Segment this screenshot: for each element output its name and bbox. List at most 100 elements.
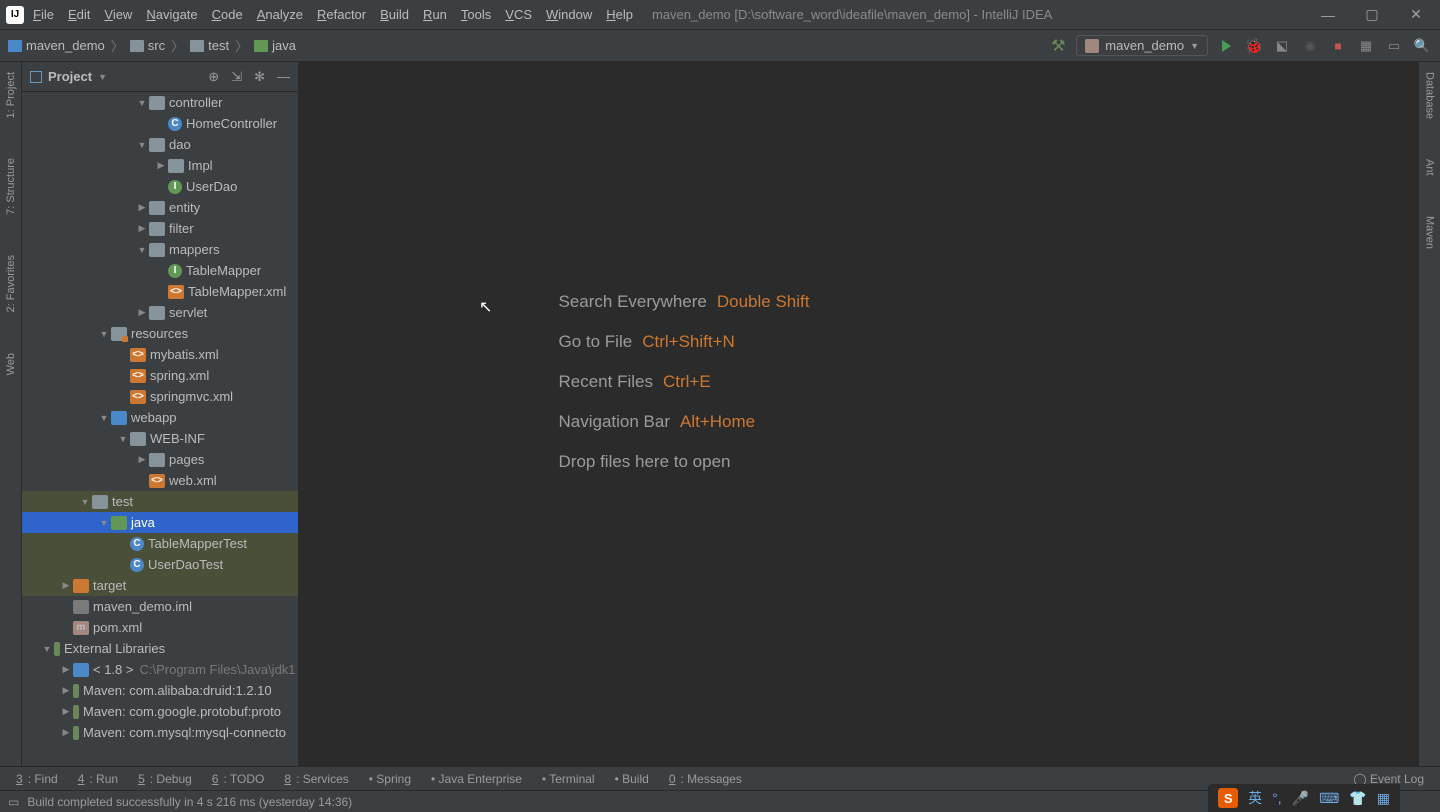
tree-node[interactable]: java [22, 512, 298, 533]
tree-node[interactable]: mpom.xml [22, 617, 298, 638]
tool-tab-database[interactable]: Database [1424, 72, 1436, 119]
tree-node[interactable]: CHomeController [22, 113, 298, 134]
tree-node[interactable]: maven_demo.iml [22, 596, 298, 617]
tree-node[interactable]: webapp [22, 407, 298, 428]
tree-node[interactable]: <>mybatis.xml [22, 344, 298, 365]
tree-node[interactable]: servlet [22, 302, 298, 323]
ime-mic-icon[interactable]: 🎤 [1292, 790, 1309, 807]
menu-run[interactable]: Run [416, 4, 454, 25]
tree-node[interactable]: resources [22, 323, 298, 344]
tree-node[interactable]: <>spring.xml [22, 365, 298, 386]
gear-icon[interactable]: ✻ [254, 69, 265, 85]
chevron-down-icon[interactable]: ▼ [98, 72, 107, 82]
menu-file[interactable]: File [26, 4, 61, 25]
tool-tab-ant[interactable]: Ant [1424, 159, 1436, 176]
menu-vcs[interactable]: VCS [498, 4, 539, 25]
build-icon[interactable]: ⚒ [1048, 36, 1068, 56]
bottom-tab-services[interactable]: 8: Services [276, 770, 356, 788]
menu-window[interactable]: Window [539, 4, 599, 25]
bottom-tab-debug[interactable]: 5: Debug [130, 770, 200, 788]
tree-node[interactable]: <>springmvc.xml [22, 386, 298, 407]
tool-tab-web[interactable]: Web [5, 353, 17, 375]
tree-node[interactable]: WEB-INF [22, 428, 298, 449]
tree-node[interactable]: mappers [22, 239, 298, 260]
menu-build[interactable]: Build [373, 4, 416, 25]
tree-node[interactable]: Impl [22, 155, 298, 176]
ime-punct-icon[interactable]: °, [1272, 790, 1282, 806]
bottom-tab-java-enterprise[interactable]: • Java Enterprise [423, 770, 530, 788]
menu-code[interactable]: Code [205, 4, 250, 25]
tree-node[interactable]: Maven: com.google.protobuf:proto [22, 701, 298, 722]
project-tool-window: Project ▼ ⊕ ⇲ ✻ — controllerCHomeControl… [22, 62, 299, 766]
tree-node[interactable]: controller [22, 92, 298, 113]
layout-button[interactable]: ▦ [1356, 36, 1376, 56]
tree-node[interactable]: dao [22, 134, 298, 155]
tree-node[interactable]: filter [22, 218, 298, 239]
bottom-tab-messages[interactable]: 0: Messages [661, 770, 750, 788]
bottom-tab-build[interactable]: • Build [607, 770, 657, 788]
ime-grid-icon[interactable]: ▦ [1377, 790, 1390, 807]
menu-navigate[interactable]: Navigate [139, 4, 204, 25]
tree-node[interactable]: target [22, 575, 298, 596]
breadcrumb-item[interactable]: 〉java [233, 36, 296, 55]
tree-node[interactable]: CTableMapperTest [22, 533, 298, 554]
editor-hint: Navigation BarAlt+Home [559, 412, 1159, 432]
tree-node[interactable]: <>TableMapper.xml [22, 281, 298, 302]
ime-toolbar[interactable]: S 英 °, 🎤 ⌨ 👕 ▦ [1208, 784, 1400, 812]
menu-view[interactable]: View [97, 4, 139, 25]
bottom-tab-run[interactable]: 4: Run [70, 770, 126, 788]
chevron-down-icon: ▼ [1190, 41, 1199, 51]
tree-node[interactable]: External Libraries [22, 638, 298, 659]
tool-tab-favorites[interactable]: 2: Favorites [5, 255, 17, 312]
tool-tab-structure[interactable]: 7: Structure [5, 158, 17, 215]
project-tree[interactable]: controllerCHomeControllerdaoImplIUserDao… [22, 92, 298, 766]
tree-node[interactable]: entity [22, 197, 298, 218]
project-panel-title[interactable]: Project [48, 69, 92, 84]
menu-analyze[interactable]: Analyze [250, 4, 310, 25]
bottom-tab-terminal[interactable]: • Terminal [534, 770, 603, 788]
menu-edit[interactable]: Edit [61, 4, 97, 25]
locate-icon[interactable]: ⊕ [208, 69, 219, 85]
run-configuration-dropdown[interactable]: maven_demo ▼ [1076, 35, 1208, 56]
tree-node[interactable]: ITableMapper [22, 260, 298, 281]
tree-node[interactable]: IUserDao [22, 176, 298, 197]
window-button[interactable]: ▭ [1384, 36, 1404, 56]
stop-button[interactable]: ■ [1328, 36, 1348, 56]
minimize-button[interactable]: — [1318, 5, 1338, 25]
run-button[interactable] [1216, 36, 1236, 56]
bottom-tab-todo[interactable]: 6: TODO [204, 770, 273, 788]
hide-icon[interactable]: — [277, 69, 290, 85]
bottom-tab-spring[interactable]: • Spring [361, 770, 419, 788]
ime-lang[interactable]: 英 [1248, 788, 1262, 808]
breadcrumb-item[interactable]: 〉test [169, 36, 229, 55]
tree-node[interactable]: CUserDaoTest [22, 554, 298, 575]
ime-keyboard-icon[interactable]: ⌨ [1319, 790, 1339, 807]
run-config-label: maven_demo [1105, 38, 1184, 53]
close-button[interactable]: ✕ [1406, 5, 1426, 25]
breadcrumb-item[interactable]: 〉src [109, 36, 165, 55]
debug-button[interactable]: 🐞 [1244, 36, 1264, 56]
breadcrumb-item[interactable]: maven_demo [8, 38, 105, 53]
tree-node[interactable]: test [22, 491, 298, 512]
tree-node[interactable]: Maven: com.alibaba:druid:1.2.10 [22, 680, 298, 701]
menu-tools[interactable]: Tools [454, 4, 498, 25]
tool-tab-project[interactable]: 1: Project [5, 72, 17, 118]
tree-node[interactable]: pages [22, 449, 298, 470]
maximize-button[interactable]: ▢ [1362, 5, 1382, 25]
coverage-button[interactable]: ⬕ [1272, 36, 1292, 56]
tree-node[interactable]: <>web.xml [22, 470, 298, 491]
expand-icon[interactable]: ⇲ [231, 69, 242, 85]
menu-refactor[interactable]: Refactor [310, 4, 373, 25]
editor-hint: Drop files here to open [559, 452, 1159, 472]
ime-skin-icon[interactable]: 👕 [1349, 790, 1366, 807]
mouse-cursor-icon: ↖ [479, 297, 492, 317]
status-message: Build completed successfully in 4 s 216 … [27, 795, 352, 809]
menu-help[interactable]: Help [599, 4, 640, 25]
breadcrumb[interactable]: maven_demo 〉src〉test〉java [8, 36, 296, 55]
tool-tab-maven[interactable]: Maven [1424, 216, 1436, 249]
tree-node[interactable]: < 1.8 >C:\Program Files\Java\jdk1 [22, 659, 298, 680]
profile-button[interactable]: ◉ [1300, 36, 1320, 56]
bottom-tab-find[interactable]: 3: Find [8, 770, 66, 788]
tree-node[interactable]: Maven: com.mysql:mysql-connecto [22, 722, 298, 743]
search-icon[interactable]: 🔍 [1412, 36, 1432, 56]
